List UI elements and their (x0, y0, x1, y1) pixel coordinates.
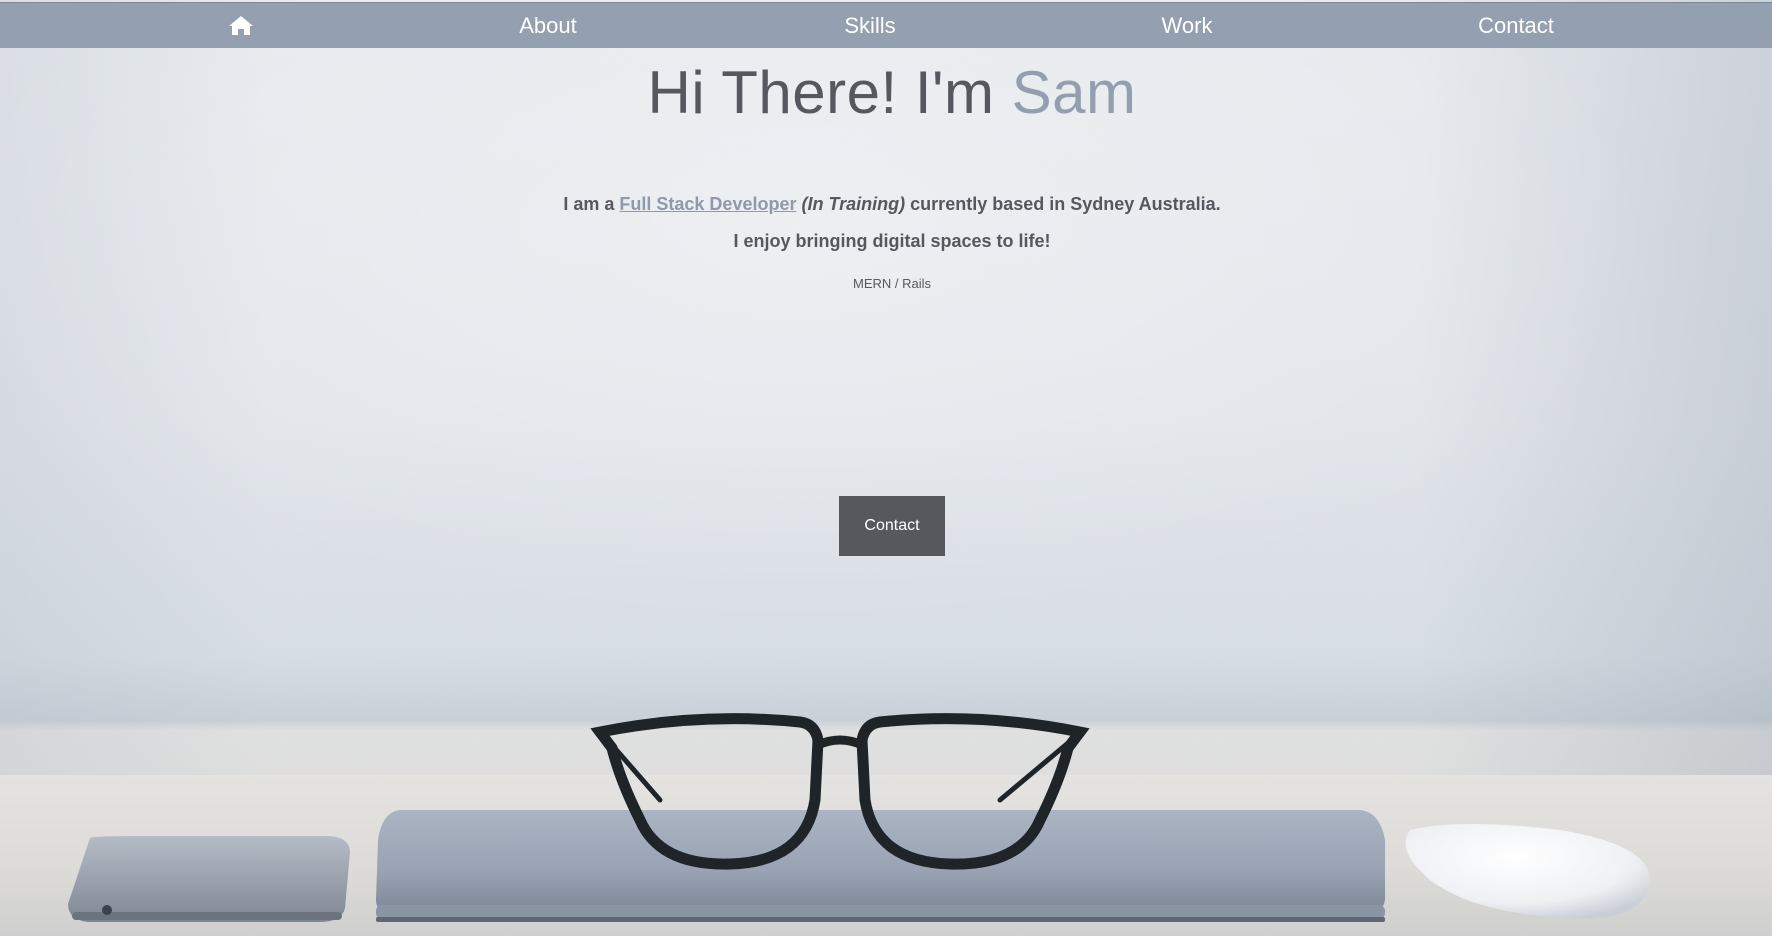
nav-contact-link[interactable]: Contact (1478, 3, 1554, 48)
mouse-shape (1405, 824, 1650, 918)
nav-home-link[interactable] (228, 3, 254, 48)
laptop-shape (376, 810, 1385, 914)
home-icon (229, 16, 253, 35)
contact-button[interactable]: Contact (839, 496, 945, 556)
nav-skills-link[interactable]: Skills (844, 3, 895, 48)
hero-name: Sam (1011, 59, 1137, 126)
intro-text: I am a Full Stack Developer (In Training… (0, 190, 1772, 218)
hero-title: Hi There! I'm Sam (0, 58, 1772, 128)
background-photo (68, 713, 1650, 922)
tagline-text: I enjoy bringing digital spaces to life! (733, 231, 1051, 251)
tech-stack-text: MERN / Rails (852, 276, 931, 291)
intro-suffix: currently based in Sydney Australia. (905, 194, 1221, 214)
nav-about-link[interactable]: About (519, 3, 577, 48)
role-link[interactable]: Full Stack Developer (619, 194, 796, 214)
hero-greeting: Hi There! I'm (647, 59, 1012, 126)
nav-work-link[interactable]: Work (1162, 3, 1213, 48)
role-qualifier: (In Training) (801, 194, 906, 214)
top-nav: About Skills Work Contact (0, 2, 1772, 48)
intro-prefix: I am a (563, 194, 620, 214)
